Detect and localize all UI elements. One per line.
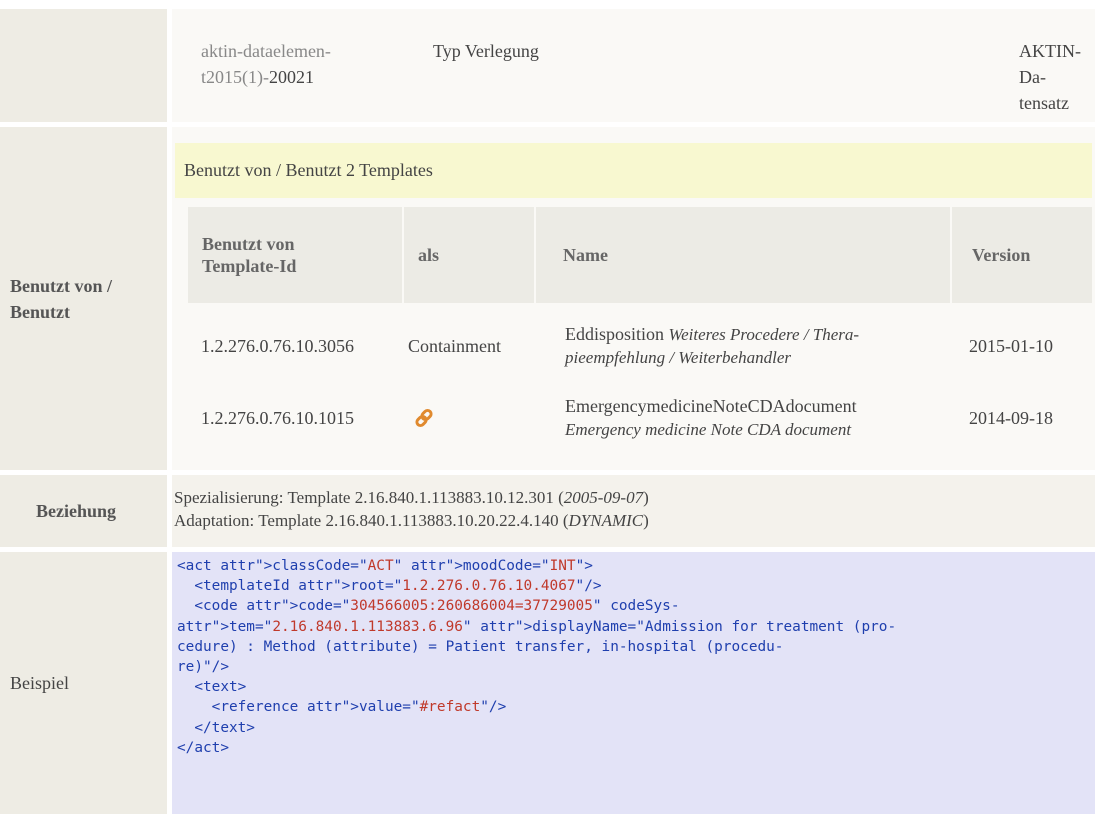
code-line: <templateId attr">root — [177, 578, 385, 595]
usage-type: Containment — [408, 335, 501, 356]
specialization-line: Spezialisierung: Template 2.16.840.1.113… — [174, 488, 649, 507]
template-id-link[interactable]: 1.2.276.0.76.10.3056 — [201, 306, 354, 386]
template-version: 2014-09-18 — [969, 407, 1053, 428]
link-icon[interactable] — [414, 386, 434, 450]
code-line: cedure) : Method (attribute) = Patient t… — [177, 638, 784, 655]
template-id-part2: t2015(1)-20021 — [201, 67, 314, 87]
uses-header: Benutzt von / Benutzt 2 Templates — [175, 143, 1092, 198]
template-display-name: Typ Verlegung — [433, 41, 539, 61]
code-line: attr">tem — [177, 618, 255, 635]
dataset-name: AKTIN-Da- tensatz — [1019, 41, 1081, 113]
col-header-as: als — [404, 207, 534, 303]
template-name[interactable]: Eddisposition Weiteres Procedere / Thera… — [565, 306, 945, 386]
code-line: <reference attr">value — [177, 699, 403, 716]
code-line: <text> — [177, 679, 247, 696]
template-name[interactable]: EmergencymedicineNoteCDAdocument Emergen… — [565, 386, 950, 450]
template-id-link[interactable]: 1.2.276.0.76.10.1015 — [201, 386, 354, 450]
col-header-template-id: Benutzt von Template-Id — [188, 207, 402, 303]
code-line: <act attr">classCode — [177, 558, 351, 574]
template-id-part1: aktin-dataelemen- — [201, 41, 331, 61]
code-line: <code attr">code — [177, 598, 333, 615]
template-id-cell: aktin-dataelemen- t2015(1)-20021 — [201, 38, 331, 90]
relation-label: Beziehung — [0, 475, 167, 547]
col-header-version: Version — [952, 207, 1092, 303]
example-label: Beispiel — [0, 552, 167, 814]
col-header-name: Name — [536, 207, 950, 303]
row-label-empty — [0, 9, 167, 122]
code-line: re)"/> — [177, 659, 229, 676]
uses-label: Benutzt von / Benutzt — [0, 127, 167, 470]
template-version: 2015-01-10 — [969, 335, 1053, 356]
adaptation-line: Adaptation: Template 2.16.840.1.113883.1… — [174, 511, 649, 530]
example-code: <act attr">classCode="ACT" attr">moodCod… — [177, 558, 897, 756]
code-line: </text> — [177, 719, 255, 736]
code-line: </act> — [177, 739, 229, 756]
